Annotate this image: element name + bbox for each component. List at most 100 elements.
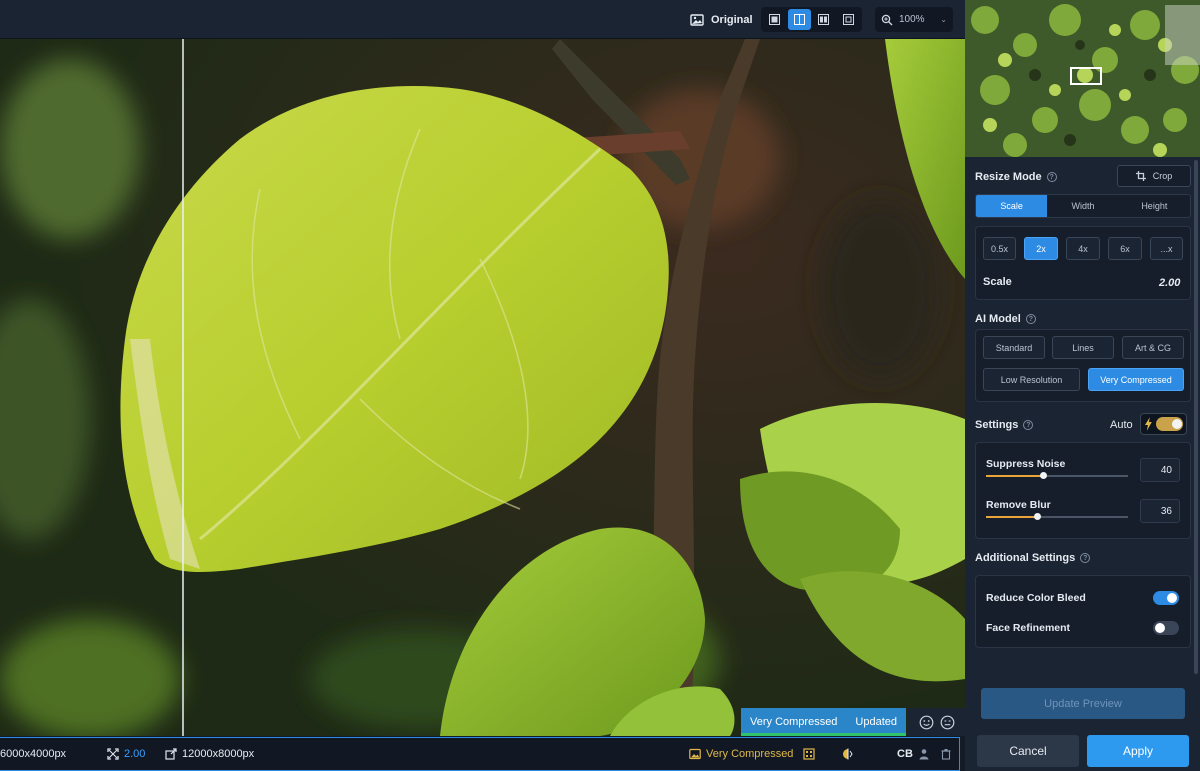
reduce-color-bleed-label: Reduce Color Bleed (986, 592, 1086, 604)
apply-button[interactable]: Apply (1087, 735, 1189, 767)
compare-halves-icon (843, 748, 853, 760)
input-size-text: 6000x4000px (0, 748, 67, 760)
auto-toggle[interactable] (1140, 413, 1187, 435)
ai-model-label: AI Model (975, 313, 1021, 325)
trash-icon (941, 749, 951, 760)
crop-label: Crop (1152, 171, 1173, 181)
scale-value[interactable]: 2.00 (1159, 277, 1180, 289)
remove-blur-thumb[interactable] (1034, 513, 1041, 520)
additional-settings-box (975, 575, 1191, 648)
person-icon (919, 749, 929, 760)
grid-view-button[interactable] (837, 9, 860, 30)
model-status-name: Very Compressed (750, 716, 838, 728)
image-canvas[interactable]: Very Compressed Updated (0, 39, 965, 736)
help-icon[interactable]: ? (1046, 172, 1057, 182)
original-toggle-button[interactable]: Original (690, 10, 753, 30)
reduce-color-bleed-toggle[interactable] (1153, 591, 1179, 605)
zoom-value: 100% (899, 14, 925, 25)
navigator-image (965, 0, 1200, 157)
help-icon[interactable]: ? (1023, 420, 1034, 430)
side-by-side-view-button[interactable] (813, 9, 836, 30)
help-icon[interactable]: ? (1025, 314, 1036, 324)
suppress-noise-thumb[interactable] (1040, 472, 1047, 479)
model-name-text: Very Compressed (706, 748, 794, 760)
grain-icon-wrap[interactable] (803, 748, 815, 760)
remove-blur-fill (986, 516, 1037, 518)
resize-mode-label: Resize Mode (975, 171, 1042, 183)
model-image-icon (689, 748, 701, 760)
tab-height[interactable]: Height (1119, 195, 1190, 217)
compare-icon-wrap[interactable] (842, 748, 854, 760)
ai-model-title: AI Model ? (975, 313, 1036, 325)
model-low-resolution[interactable]: Low Resolution (983, 368, 1080, 391)
crop-icon (1135, 171, 1146, 181)
model-art-cg[interactable]: Art & CG (1122, 336, 1184, 359)
suppress-noise-label: Suppress Noise (986, 458, 1066, 470)
single-view-button[interactable] (763, 9, 786, 30)
resize-mode-title: Resize Mode ? (975, 171, 1057, 183)
app-window: Original 100% ⌄ Very Compressed Updated … (0, 0, 1200, 771)
suppress-noise-slider[interactable] (986, 472, 1128, 479)
face-detect-icon[interactable] (940, 715, 955, 730)
remove-blur-label: Remove Blur (986, 499, 1051, 511)
split-view-button[interactable] (787, 9, 811, 30)
single-view-icon (768, 14, 780, 25)
model-status-state: Updated (855, 716, 897, 728)
update-preview-button[interactable]: Update Preview (981, 688, 1185, 719)
top-toolbar: Original 100% ⌄ (0, 0, 965, 39)
split-divider-handle[interactable] (182, 39, 184, 736)
model-standard[interactable]: Standard (983, 336, 1045, 359)
scale-preset-6x[interactable]: 6x (1108, 237, 1142, 260)
face-refinement-toggle[interactable] (1153, 621, 1179, 635)
scale-value-text: 2.00 (124, 748, 146, 760)
suppress-noise-input[interactable]: 40 (1140, 458, 1180, 482)
remove-blur-input[interactable]: 36 (1140, 499, 1180, 523)
panel-scrollbar[interactable] (1194, 160, 1198, 674)
output-size-text: 12000x8000px (182, 748, 255, 760)
side-by-side-icon (818, 14, 830, 25)
compare-view-icon (843, 14, 855, 25)
settings-label: Settings (975, 419, 1019, 431)
face-refinement-label: Face Refinement (986, 622, 1071, 634)
image-icon (690, 14, 704, 26)
tab-scale[interactable]: Scale (976, 195, 1048, 217)
auto-switch[interactable] (1155, 417, 1183, 431)
tab-width[interactable]: Width (1047, 195, 1118, 217)
smile-face-icon[interactable] (919, 715, 934, 730)
crop-button[interactable]: Crop (1117, 165, 1191, 187)
settings-title: Settings ? (975, 419, 1034, 431)
scale-preset-2x[interactable]: 2x (1024, 237, 1058, 260)
toggle-knob (1155, 623, 1165, 633)
export-icon (165, 748, 177, 760)
original-label: Original (711, 14, 753, 26)
help-icon[interactable]: ? (1080, 553, 1091, 563)
zoom-dropdown[interactable]: 100% ⌄ (875, 7, 953, 32)
scale-label: Scale (983, 276, 1012, 288)
cb-toggle[interactable]: CB (897, 748, 913, 760)
resize-mode-tabs: Scale Width Height (975, 194, 1191, 218)
scale-indicator: 2.00 (107, 748, 145, 760)
model-very-compressed[interactable]: Very Compressed (1088, 368, 1184, 391)
additional-settings-title: Additional Settings ? (975, 552, 1091, 564)
cb-label: CB (897, 748, 913, 760)
navigator-thumbnail[interactable] (965, 0, 1200, 157)
model-indicator: Very Compressed (689, 748, 793, 760)
person-icon-wrap[interactable] (918, 748, 930, 760)
suppress-noise-fill (986, 475, 1043, 477)
zoom-icon (881, 14, 893, 25)
lightning-icon (1144, 417, 1152, 431)
remove-blur-slider[interactable] (986, 513, 1128, 520)
expand-icon (107, 748, 119, 760)
model-lines[interactable]: Lines (1052, 336, 1114, 359)
toggle-knob (1167, 593, 1177, 603)
photo-preview (0, 39, 965, 736)
delete-button[interactable] (940, 748, 952, 760)
input-size: 6000x4000px (0, 748, 66, 760)
scale-preset-0-5x[interactable]: 0.5x (983, 237, 1016, 260)
scale-preset-custom[interactable]: ...x (1150, 237, 1183, 260)
model-status-badge: Very Compressed Updated (741, 708, 906, 736)
scale-preset-4x[interactable]: 4x (1066, 237, 1100, 260)
additional-settings-label: Additional Settings (975, 552, 1076, 564)
cancel-button[interactable]: Cancel (977, 735, 1079, 767)
view-mode-group (761, 7, 862, 32)
